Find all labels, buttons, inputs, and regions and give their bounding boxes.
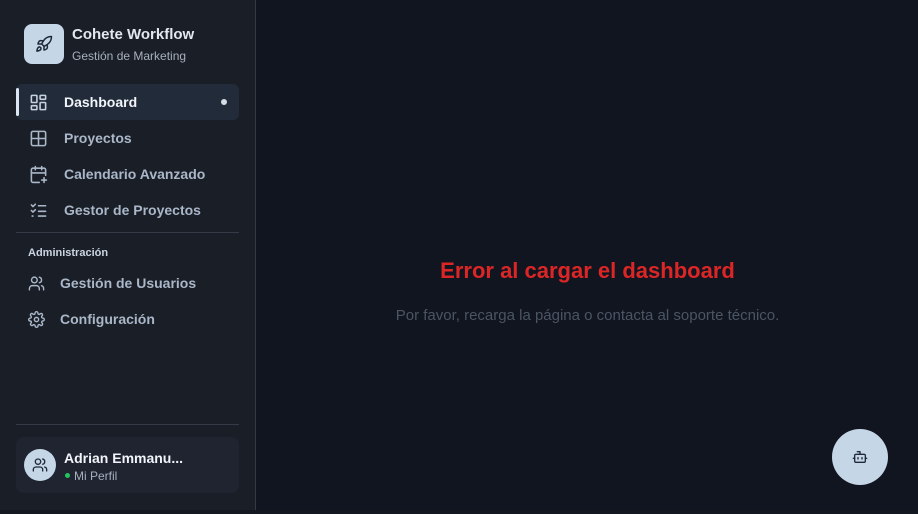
bottom-strip bbox=[0, 510, 918, 514]
bot-icon bbox=[852, 449, 868, 465]
brand-title: Cohete Workflow bbox=[72, 25, 195, 43]
sidebar-item-configuracion[interactable]: Configuración bbox=[16, 301, 239, 337]
sidebar-item-gestor-proyectos[interactable]: Gestor de Proyectos bbox=[16, 192, 239, 228]
checklist-icon bbox=[28, 201, 48, 219]
calendar-plus-icon bbox=[28, 165, 48, 183]
main-content: Error al cargar el dashboard Por favor, … bbox=[257, 0, 918, 510]
users-icon bbox=[32, 458, 48, 472]
assistant-button[interactable] bbox=[832, 429, 888, 485]
sidebar-item-label: Gestor de Proyectos bbox=[64, 202, 201, 218]
profile-name: Adrian Emmanu... bbox=[64, 450, 184, 466]
sidebar: Cohete Workflow Gestión de Marketing Das… bbox=[0, 0, 256, 510]
sidebar-item-proyectos[interactable]: Proyectos bbox=[16, 120, 239, 156]
rocket-icon bbox=[24, 24, 64, 64]
error-message: Por favor, recarga la página o contacta … bbox=[395, 307, 780, 324]
brand[interactable]: Cohete Workflow Gestión de Marketing bbox=[24, 24, 194, 64]
section-title-administracion: Administración bbox=[28, 247, 109, 259]
sidebar-item-usuarios[interactable]: Gestión de Usuarios bbox=[16, 265, 239, 301]
sidebar-item-label: Proyectos bbox=[64, 130, 132, 146]
sidebar-item-label: Configuración bbox=[60, 311, 155, 327]
sidebar-item-label: Gestión de Usuarios bbox=[60, 275, 197, 291]
sidebar-divider bbox=[16, 424, 239, 425]
brand-subtitle: Gestión de Marketing bbox=[72, 48, 187, 63]
active-indicator bbox=[221, 99, 227, 105]
sidebar-item-calendario[interactable]: Calendario Avanzado bbox=[16, 156, 239, 192]
sidebar-item-dashboard[interactable]: Dashboard bbox=[16, 84, 239, 120]
avatar bbox=[24, 449, 56, 481]
sidebar-divider bbox=[16, 232, 239, 233]
sidebar-item-label: Calendario Avanzado bbox=[64, 166, 206, 182]
profile-link: Mi Perfil bbox=[74, 469, 118, 483]
online-status-dot bbox=[65, 473, 70, 478]
dashboard-icon bbox=[28, 93, 48, 111]
sidebar-item-label: Dashboard bbox=[64, 94, 138, 110]
grid-icon bbox=[28, 129, 48, 147]
profile-card[interactable]: Adrian Emmanu... Mi Perfil bbox=[16, 437, 239, 493]
gear-icon bbox=[26, 310, 46, 328]
error-title: Error al cargar el dashboard bbox=[440, 258, 735, 283]
users-icon bbox=[26, 274, 46, 292]
